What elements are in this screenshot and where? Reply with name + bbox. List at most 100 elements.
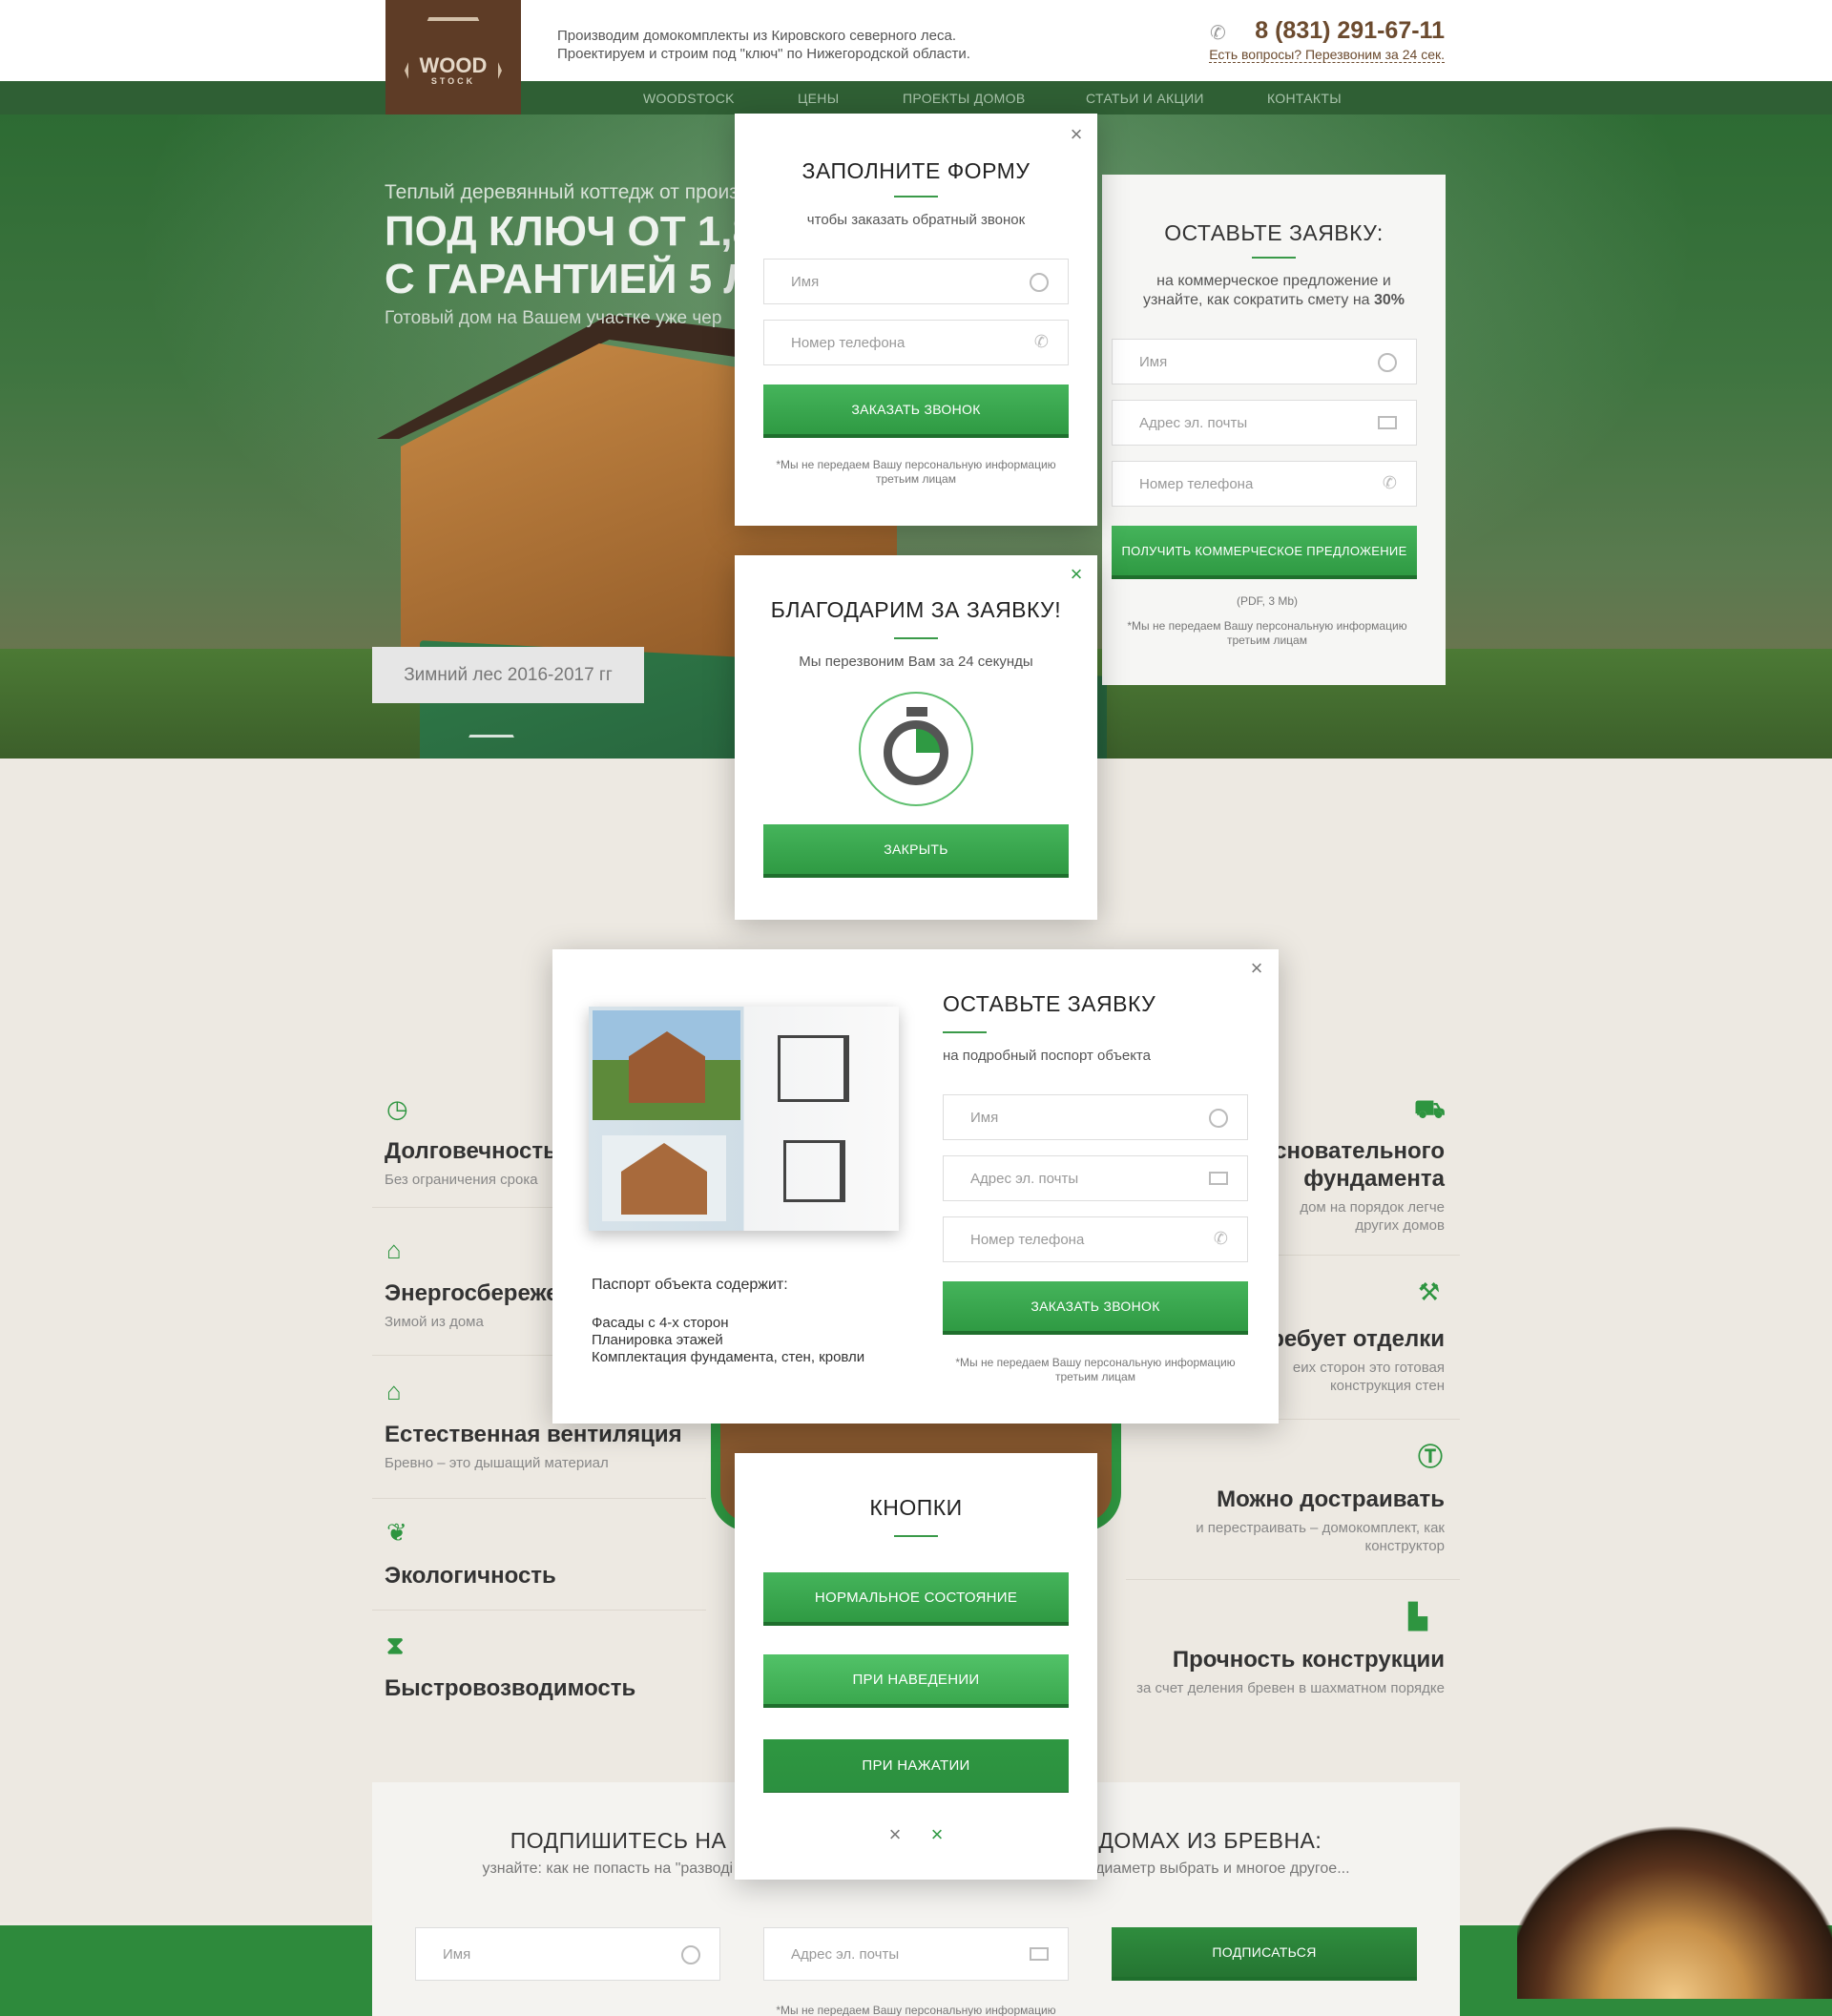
passport-brochure-image	[589, 1007, 899, 1231]
logo-text-bottom: STOCK	[430, 76, 476, 86]
discount-value: 30%	[1374, 292, 1405, 308]
subscribe-button[interactable]: ПОДПИСАТЬСЯ	[1112, 1927, 1417, 1981]
house-icon: ⌂	[386, 1236, 402, 1264]
feature-title: Прочность конструкции	[1172, 1647, 1445, 1673]
title-divider	[894, 637, 938, 639]
modal-subtitle: на подробный поспорт объекта	[943, 1048, 1151, 1064]
side-request-form: ОСТАВЬТЕ ЗАЯВКУ: на коммерческое предлож…	[1102, 175, 1446, 685]
normal-state-button[interactable]: НОРМАЛЬНОЕ СОСТОЯНИЕ	[763, 1572, 1069, 1626]
feature-subtitle: Без ограничения срока	[385, 1172, 538, 1188]
close-icon[interactable]: ×	[1249, 958, 1264, 979]
modal-title: КНОПКИ	[869, 1495, 963, 1520]
phone-icon: ✆	[1213, 1229, 1228, 1248]
leaf-icon: ❦	[386, 1518, 407, 1547]
side-form-text-2: узнайте, как сократить смету на 30%	[1142, 292, 1405, 308]
feature-title: Экологичность	[385, 1563, 556, 1589]
close-icon[interactable]: ×	[887, 1824, 903, 1845]
mail-icon	[1030, 1947, 1049, 1961]
floor-plan	[778, 1035, 849, 1102]
feature-subtitle: Зимой из дома	[385, 1314, 484, 1330]
title-divider	[894, 196, 938, 197]
tagline-line-2: Проектируем и строим под "ключ" по Нижег…	[557, 46, 970, 62]
callback-link[interactable]: Есть вопросы? Перезвоним за 24 сек.	[1209, 47, 1445, 63]
side-privacy-note: *Мы не передаем Вашу персональную информ…	[1127, 619, 1407, 647]
privacy-note: *Мы не передаем Вашу персональную информ…	[776, 458, 1056, 486]
list-item: Фасады с 4-х сторон	[592, 1315, 729, 1331]
list-item: Комплектация фундамента, стен, кровли	[592, 1349, 865, 1365]
side-name-field[interactable]: Имя	[1112, 339, 1417, 384]
title-divider	[943, 1031, 987, 1033]
phone-icon: ✆	[1210, 23, 1226, 44]
hover-state-button[interactable]: ПРИ НАВЕДЕНИИ	[763, 1654, 1069, 1708]
feature-title: Долговечность	[385, 1138, 557, 1164]
header-tagline: Производим домокомплекты из Кировского с…	[557, 27, 970, 63]
blocks-icon: ▙	[1408, 1602, 1427, 1631]
nav-item-contacts[interactable]: КОНТАКТЫ	[1267, 91, 1342, 106]
close-icon[interactable]: ×	[1069, 124, 1084, 145]
feature-subtitle: за счет деления бревен в шахматном поряд…	[1136, 1680, 1445, 1696]
hero-title: ПОД КЛЮЧ ОТ 1,8 С ГАРАНТИЕЙ 5 Л	[385, 208, 756, 303]
side-form-text-1: на коммерческое предложение и	[1156, 273, 1391, 289]
feature-title: Естественная вентиляция	[385, 1422, 682, 1447]
nav-item-articles[interactable]: СТАТЬИ И АКЦИИ	[1086, 91, 1204, 106]
feature-subtitle: дом на порядок легче	[1300, 1199, 1445, 1216]
mail-icon	[1209, 1172, 1228, 1185]
modal-title: БЛАГОДАРИМ ЗА ЗАЯВКУ!	[770, 597, 1062, 622]
user-icon	[1209, 1109, 1228, 1128]
nav-item-projects[interactable]: ПРОЕКТЫ ДОМОВ	[903, 91, 1025, 106]
subscribe-email-field[interactable]: Адрес эл. почты	[763, 1927, 1069, 1981]
get-offer-button[interactable]: ПОЛУЧИТЬ КОММЕРЧЕСКОЕ ПРЕДЛОЖЕНИЕ	[1112, 526, 1417, 579]
feature-subtitle: Бревно – это дышащий материал	[385, 1455, 609, 1471]
order-call-button[interactable]: ЗАКАЗАТЬ ЗВОНОК	[943, 1281, 1248, 1335]
order-call-button[interactable]: ЗАКАЗАТЬ ЗВОНОК	[763, 384, 1069, 438]
feature-subtitle: еих сторон это готовая	[1292, 1360, 1445, 1376]
side-phone-field[interactable]: Номер телефона ✆	[1112, 461, 1417, 507]
nav-item-woodstock[interactable]: WOODSTOCK	[643, 91, 735, 106]
paint-roller-icon: ⚒	[1418, 1278, 1441, 1306]
floor-plan	[783, 1140, 845, 1202]
user-icon	[681, 1945, 700, 1964]
phone-field[interactable]: Номер телефона ✆	[943, 1216, 1248, 1262]
phone-icon: ✆	[1382, 473, 1397, 492]
mail-icon	[1378, 416, 1397, 429]
logo-text-top: WOOD	[419, 53, 488, 77]
feature-subtitle: других домов	[1355, 1217, 1445, 1234]
title-divider	[894, 1535, 938, 1537]
main-nav: WOODSTOCK ЦЕНЫ ПРОЕКТЫ ДОМОВ СТАТЬИ И АК…	[0, 81, 1832, 114]
feature-subtitle: конструкция стен	[1329, 1378, 1445, 1394]
name-field[interactable]: Имя	[943, 1094, 1248, 1140]
feature-title: сновательного	[1274, 1138, 1445, 1164]
header-phone[interactable]: 8 (831) 291-67-11	[1255, 17, 1445, 45]
hero-title-line-1: ПОД КЛЮЧ ОТ 1,8	[385, 208, 756, 255]
close-button[interactable]: ЗАКРЫТЬ	[763, 824, 1069, 878]
close-hover-icon[interactable]: ×	[929, 1824, 945, 1845]
feature-subtitle: и перестраивать – домокомплект, как	[1196, 1520, 1445, 1536]
modal-subtitle: Мы перезвоним Вам за 24 секунды	[799, 654, 1033, 670]
pressed-state-button[interactable]: ПРИ НАЖАТИИ	[763, 1739, 1069, 1793]
list-item: Планировка этажей	[592, 1332, 723, 1348]
nav-item-prices[interactable]: ЦЕНЫ	[798, 91, 839, 106]
clock-icon: ◷	[386, 1094, 408, 1123]
modal-subtitle: чтобы заказать обратный звонок	[806, 212, 1026, 228]
passport-list-title: Паспорт объекта содержит:	[592, 1277, 788, 1293]
feature-title: Можно достраивать	[1217, 1486, 1445, 1512]
site-header: Производим домокомплекты из Кировского с…	[0, 0, 1832, 81]
subscribe-name-field[interactable]: Имя	[415, 1927, 720, 1981]
close-icon[interactable]: ×	[1069, 564, 1084, 585]
hero-title-line-2: С ГАРАНТИЕЙ 5 Л	[385, 256, 754, 302]
feature-title: Энергосбереже	[385, 1280, 559, 1306]
house-icon: ⌂	[386, 1377, 402, 1405]
tree-stump-image	[1517, 1818, 1832, 1999]
passport-list: Фасады с 4-х сторон Планировка этажей Ко…	[592, 1315, 864, 1366]
hero-description: Готовый дом на Вашем участке уже чер	[385, 308, 722, 328]
side-email-field[interactable]: Адрес эл. почты	[1112, 400, 1417, 446]
stopwatch-icon	[859, 692, 973, 806]
name-field[interactable]: Имя	[763, 259, 1069, 304]
feature-title: фундамента	[1303, 1166, 1445, 1192]
phone-field[interactable]: Номер телефона ✆	[763, 320, 1069, 365]
file-size-note: (PDF, 3 Mb)	[1236, 594, 1298, 608]
privacy-note: *Мы не передаем Вашу персональную информ…	[955, 1356, 1236, 1383]
email-field[interactable]: Адрес эл. почты	[943, 1155, 1248, 1201]
title-divider	[1252, 257, 1296, 259]
modal-title: ОСТАВЬТЕ ЗАЯВКУ	[943, 991, 1156, 1016]
